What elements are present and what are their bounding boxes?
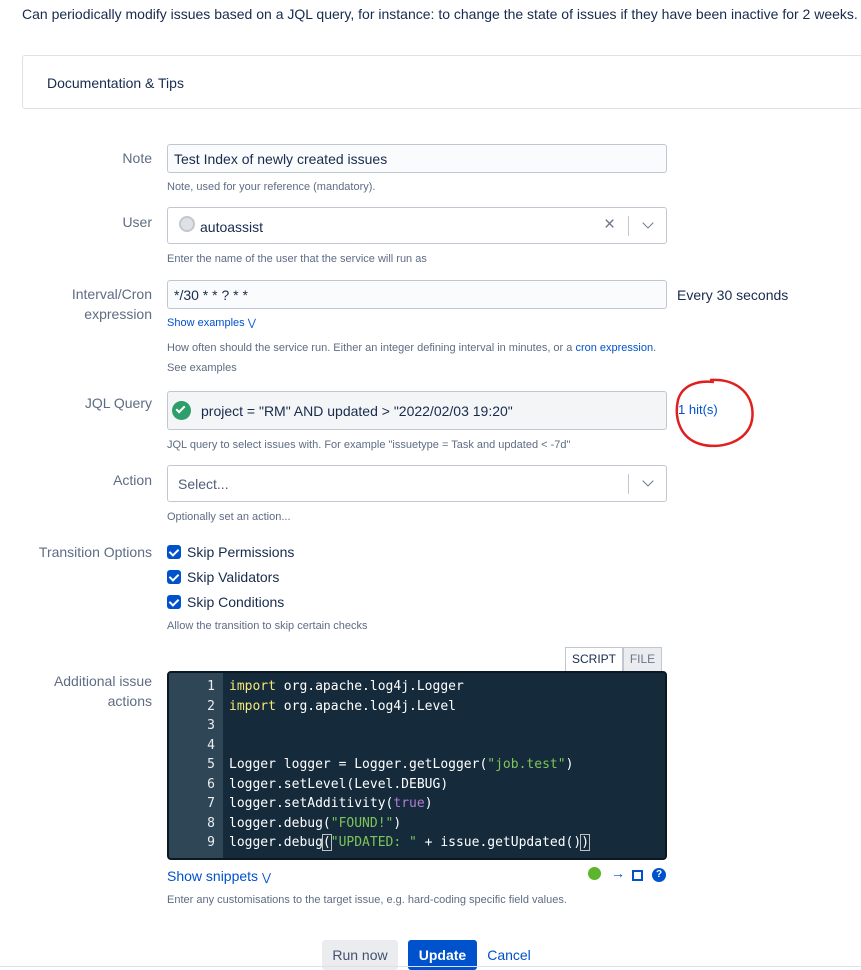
documentation-tips-title: Documentation & Tips [47, 75, 184, 91]
user-select-value: autoassist [200, 219, 264, 235]
chevron-down-icon[interactable] [642, 217, 654, 229]
line-number: 3 [207, 718, 215, 733]
chevron-down-icon[interactable] [642, 475, 654, 487]
hits-annotation-circle [675, 378, 754, 448]
interval-help-suffix: . [653, 342, 657, 354]
skip-permissions-checkbox[interactable] [167, 545, 181, 559]
line-number: 8 [207, 816, 215, 831]
show-examples-label: Show examples [167, 317, 245, 329]
cron-expression-link[interactable]: cron expression [575, 342, 653, 354]
skip-validators-checkbox[interactable] [167, 570, 181, 584]
user-label: User [122, 214, 152, 230]
user-help: Enter the name of the user that the serv… [167, 253, 427, 265]
code-line: logger.debug("FOUND!") [229, 816, 402, 831]
line-number: 6 [207, 777, 215, 792]
skip-permissions-label: Skip Permissions [187, 544, 295, 560]
footer-divider [0, 966, 861, 967]
line-number: 1 [207, 679, 215, 694]
file-tab[interactable]: FILE [623, 647, 662, 672]
jql-input-value: project = "RM" AND updated > "2022/02/03… [201, 403, 513, 419]
script-editor[interactable]: 1 2 3 4 5 6 7 8 9 import org.apache.log4… [167, 671, 667, 860]
action-help: Optionally set an action... [167, 511, 291, 523]
arrow-right-icon[interactable]: → [611, 865, 625, 881]
code-line: logger.setAdditivity(true) [229, 796, 433, 811]
user-select[interactable]: autoassist × [167, 207, 667, 244]
action-select[interactable]: Select... [167, 465, 667, 502]
transition-help: Allow the transition to skip certain che… [167, 620, 368, 632]
note-label: Note [122, 150, 152, 166]
code-line: import org.apache.log4j.Level [229, 699, 456, 714]
show-snippets-link[interactable]: Show snippets ⋁ [167, 868, 271, 884]
valid-check-icon [172, 401, 191, 420]
interval-label-line2: expression [84, 306, 152, 322]
additional-actions-label-line1: Additional issue [53, 673, 152, 689]
show-snippets-label: Show snippets [167, 868, 259, 884]
select-separator [628, 474, 629, 494]
interval-description: Every 30 seconds [677, 287, 789, 303]
skip-validators-label: Skip Validators [187, 569, 280, 585]
show-examples-link[interactable]: Show examples ⋁ [167, 317, 256, 329]
status-ok-icon [588, 867, 601, 880]
code-line: logger.setLevel(Level.DEBUG) [229, 777, 449, 792]
jql-label: JQL Query [84, 395, 152, 411]
code-line: import org.apache.log4j.Logger [229, 679, 464, 694]
double-chevron-down-icon: ⋁ [261, 872, 271, 884]
double-chevron-down-icon: ⋁ [247, 318, 256, 329]
transition-options-label: Transition Options [38, 544, 152, 560]
jql-help: JQL query to select issues with. For exa… [167, 439, 571, 451]
see-examples-text: See examples [167, 362, 237, 374]
action-label: Action [113, 472, 152, 488]
action-select-placeholder: Select... [178, 476, 229, 492]
note-input-value: Test Index of newly created issues [174, 151, 388, 167]
line-number: 5 [207, 757, 215, 772]
interval-help-text: How often should the service run. Either… [167, 342, 576, 354]
interval-input-value: */30 * * ? * * [174, 287, 248, 303]
line-number-gutter: 1 2 3 4 5 6 7 8 9 [169, 673, 223, 858]
code-line: logger.debug("UPDATED: " + issue.getUpda… [229, 834, 591, 851]
skip-conditions-checkbox[interactable] [167, 595, 181, 609]
service-description: Can periodically modify issues based on … [22, 6, 858, 22]
code-line: Logger logger = Logger.getLogger("job.te… [229, 757, 574, 772]
jql-input[interactable]: project = "RM" AND updated > "2022/02/03… [167, 391, 667, 430]
help-icon[interactable]: ? [652, 868, 666, 882]
documentation-tips-panel[interactable]: Documentation & Tips [22, 55, 861, 109]
interval-label: Interval/Cron expression [72, 284, 152, 324]
line-number: 9 [207, 835, 215, 850]
script-tab[interactable]: SCRIPT [565, 647, 623, 672]
additional-actions-label: Additional issue actions [54, 671, 152, 711]
fullscreen-icon[interactable] [632, 870, 643, 881]
line-number: 4 [207, 738, 215, 753]
clear-icon[interactable]: × [604, 214, 615, 236]
additional-actions-label-line2: actions [107, 693, 152, 709]
line-number: 2 [207, 699, 215, 714]
note-help: Note, used for your reference (mandatory… [167, 181, 376, 193]
interval-help: How often should the service run. Either… [167, 342, 656, 354]
interval-input[interactable]: */30 * * ? * * [167, 280, 667, 309]
skip-conditions-label: Skip Conditions [187, 594, 285, 610]
note-input[interactable]: Test Index of newly created issues [167, 144, 667, 173]
select-separator [628, 216, 629, 236]
additional-actions-help: Enter any customisations to the target i… [167, 894, 567, 906]
line-number: 7 [207, 796, 215, 811]
interval-label-line1: Interval/Cron [71, 286, 152, 302]
user-avatar [179, 216, 195, 232]
